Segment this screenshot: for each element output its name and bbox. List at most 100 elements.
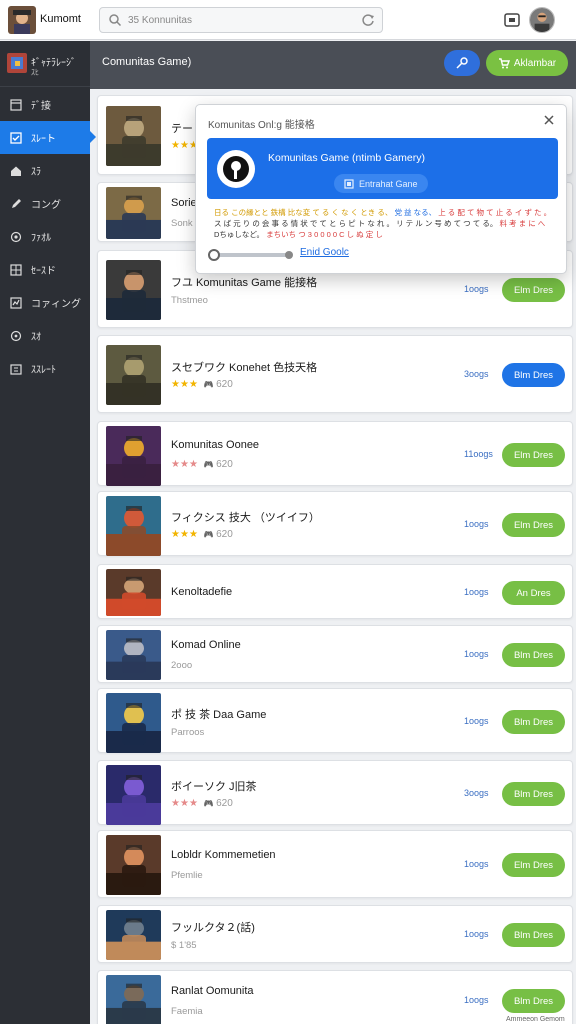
sidebar-item[interactable]: ﾌｧｵﾙ	[0, 220, 90, 253]
game-card[interactable]: Komunitas Oonee ★★★ 🎮 620 11oogs Elm Dres	[97, 421, 573, 486]
sidebar-item[interactable]: ｾｰｽド	[0, 253, 90, 286]
popup-note-part: ス ば 元 り の 会 事 る 情 状 で て と ら ピ ト な れ 。 リ …	[214, 219, 498, 228]
app-logo[interactable]	[8, 6, 36, 34]
game-title[interactable]: Sorie	[171, 197, 197, 209]
add-button-label: Aklambar	[513, 57, 557, 69]
top-bar: Kumomt 35 Konnunitas	[0, 0, 576, 40]
filter-button[interactable]	[444, 50, 480, 76]
slider-knob[interactable]	[208, 249, 220, 261]
game-title[interactable]: スセブワク Konehet 色技天格	[171, 359, 317, 375]
game-title[interactable]: テー	[171, 120, 193, 136]
home-icon	[9, 164, 23, 178]
game-subtitle: $ 1'85	[171, 940, 197, 951]
game-card[interactable]: ポ 技 茶 Daa Game Parroos 1oogs Blm Dres	[97, 688, 573, 753]
play-button[interactable]: Elm Dres	[502, 443, 565, 467]
volume-slider[interactable]	[208, 249, 293, 261]
user-avatar[interactable]	[529, 7, 555, 33]
grid-icon	[9, 263, 23, 277]
game-card[interactable]: Lobldr Kommemetien Pfemlie 1oogs Elm Dres	[97, 830, 573, 898]
search-icon	[109, 14, 122, 27]
game-thumbnail[interactable]	[106, 496, 161, 556]
sidebar-header[interactable]: ｷﾞｬﾃﾗﾚｰｼﾞ ｽﾋ	[0, 41, 90, 87]
game-card[interactable]: スセブワク Konehet 色技天格 ★★★ 🎮 620 3oogs Blm Dres	[97, 335, 573, 413]
game-title[interactable]: ボイーソク J旧茶	[171, 778, 257, 794]
game-title[interactable]: Komad Online	[171, 639, 241, 651]
tray-icon	[9, 362, 23, 376]
rating-stars: ★★★ 🎮 620	[171, 798, 233, 809]
play-button[interactable]: An Dres	[502, 581, 565, 605]
game-title[interactable]: Ranlat Oomunita	[171, 985, 254, 997]
game-card[interactable]: Kenoltadefie 1oogs An Dres	[97, 564, 573, 619]
players-count: 🎮 620	[204, 459, 233, 470]
players-count: 🎮 620	[204, 798, 233, 809]
community-logo-icon	[217, 150, 255, 188]
game-thumbnail[interactable]	[106, 426, 161, 486]
players-count: 🎮 620	[204, 379, 233, 390]
play-button[interactable]: Elm Dres	[502, 513, 565, 537]
sidebar-logo	[7, 53, 27, 73]
game-card[interactable]: フィクシス 技大 （ツイイフ） ★★★ 🎮 620 1oogs Elm Dres	[97, 491, 573, 556]
star-icon: ★	[188, 459, 198, 470]
popup-note-part: Dちゅしなど。	[214, 230, 265, 239]
gamepad-icon[interactable]	[502, 10, 522, 30]
popup-tag-button[interactable]: Entrahat Gane	[334, 174, 428, 193]
game-thumbnail[interactable]	[106, 569, 161, 616]
game-title[interactable]: Kenoltadefie	[171, 586, 232, 598]
game-thumbnail[interactable]	[106, 187, 161, 239]
add-button[interactable]: Aklambar	[486, 50, 568, 76]
search-bar[interactable]: 35 Konnunitas	[99, 7, 383, 33]
game-subtitle: Parroos	[171, 727, 205, 738]
sidebar-item-label: ﾃﾞ接	[31, 101, 51, 112]
game-thumbnail[interactable]	[106, 345, 161, 405]
sidebar-item[interactable]: コング	[0, 187, 90, 220]
game-title[interactable]: フィクシス 技大 （ツイイフ）	[171, 509, 320, 525]
game-thumbnail[interactable]	[106, 106, 161, 166]
sidebar: ｷﾞｬﾃﾗﾚｰｼﾞ ｽﾋ ﾃﾞ接 ｽﾚｰト ｽﾗ コング ﾌｧｵﾙ ｾｰｽドコァィング ｽｵ…	[0, 41, 96, 1024]
sidebar-item[interactable]: ｽﾚｰト	[0, 121, 96, 154]
sidebar-item-label: ｽﾚｰト	[31, 134, 56, 145]
play-button[interactable]: Blm Dres	[502, 710, 565, 734]
game-card[interactable]: フッルクタ２(話) $ 1'85 1oogs Blm Dres	[97, 905, 573, 963]
game-title[interactable]: フユ Komunitas Game 能接格	[171, 274, 317, 290]
sidebar-item[interactable]: ﾃﾞ接	[0, 88, 90, 121]
star-icon: ★	[171, 459, 180, 470]
refresh-icon[interactable]	[360, 12, 376, 28]
rating-stars: ★★★ 🎮 620	[171, 379, 233, 390]
sidebar-item-label: ｽｵ	[31, 332, 41, 343]
play-button[interactable]: Elm Dres	[502, 278, 565, 302]
game-thumbnail[interactable]	[106, 765, 161, 825]
star-icon: ★	[188, 529, 198, 540]
game-card[interactable]: ボイーソク J旧茶 ★★★ 🎮 620 3oogs Blm Dres	[97, 760, 573, 825]
popup-link[interactable]: Enid Goolc	[300, 247, 349, 258]
game-title[interactable]: ポ 技 茶 Daa Game	[171, 706, 266, 722]
game-thumbnail[interactable]	[106, 693, 161, 753]
sidebar-item-label: ｾｰｽド	[31, 266, 56, 277]
play-button[interactable]: Elm Dres	[502, 853, 565, 877]
sidebar-item[interactable]: ｽﾗ	[0, 154, 90, 187]
play-button[interactable]: Blm Dres	[502, 989, 565, 1013]
game-thumbnail[interactable]	[106, 630, 161, 680]
play-button[interactable]: Blm Dres	[502, 782, 565, 806]
game-thumbnail[interactable]	[106, 975, 161, 1024]
game-title[interactable]: Komunitas Oonee	[171, 439, 259, 451]
sidebar-item[interactable]: ｽｽﾚｰﾄ	[0, 352, 90, 385]
game-price: 3oogs	[464, 369, 489, 379]
game-price: 1oogs	[464, 587, 489, 597]
pen-icon	[9, 197, 23, 211]
sidebar-item[interactable]: ｽｵ	[0, 319, 90, 352]
game-title[interactable]: Lobldr Kommemetien	[171, 849, 276, 861]
star-icon: ★	[179, 140, 189, 151]
play-button[interactable]: Blm Dres	[502, 643, 565, 667]
search-input[interactable]: 35 Konnunitas	[128, 15, 192, 26]
game-thumbnail[interactable]	[106, 910, 161, 960]
play-button[interactable]: Blm Dres	[502, 923, 565, 947]
play-button[interactable]: Blm Dres	[502, 363, 565, 387]
close-icon[interactable]	[542, 113, 556, 127]
game-thumbnail[interactable]	[106, 260, 161, 320]
game-title[interactable]: フッルクタ２(話)	[171, 919, 255, 935]
game-card[interactable]: Ranlat Oomunita Faemia 1oogs Blm Dres	[97, 970, 573, 1024]
rating-stars: ★★★	[171, 140, 198, 151]
game-card[interactable]: Komad Online 2ooo 1oogs Blm Dres	[97, 625, 573, 683]
sidebar-item[interactable]: コァィング	[0, 286, 90, 319]
game-thumbnail[interactable]	[106, 835, 161, 895]
